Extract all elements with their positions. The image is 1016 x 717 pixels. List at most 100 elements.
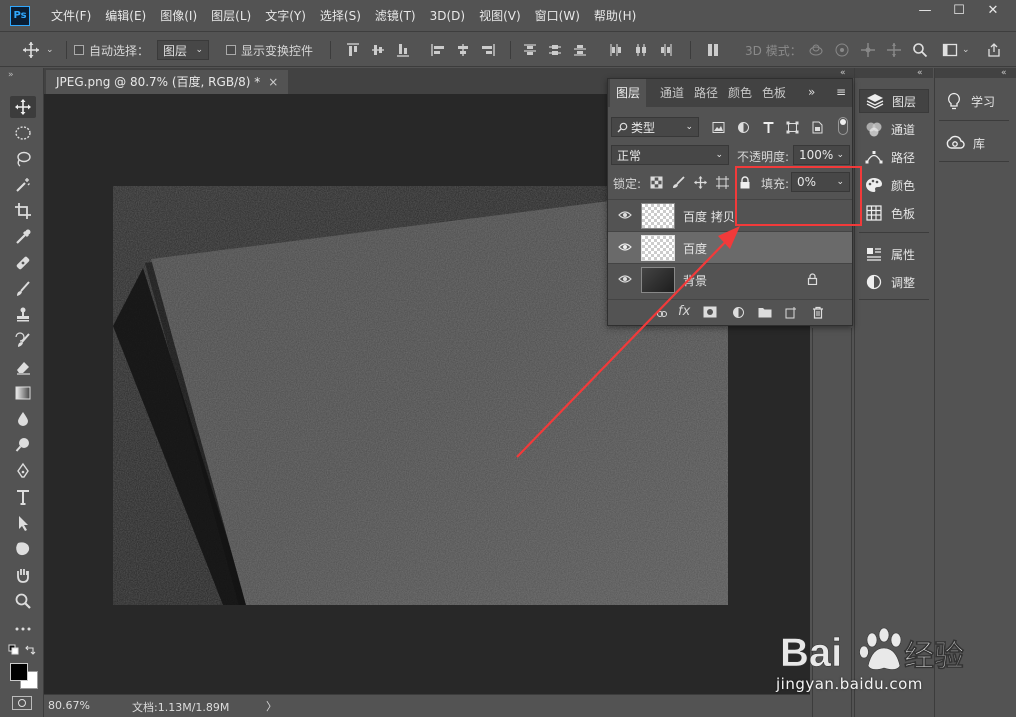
auto-align-icon[interactable] [705, 42, 721, 58]
menu-file[interactable]: 文件(F) [44, 0, 98, 32]
link-layers-icon[interactable] [656, 308, 668, 320]
layer-name[interactable]: 背景 [683, 272, 707, 289]
tab-channels[interactable]: 通道 [654, 79, 690, 107]
strip-item-libraries[interactable]: 库 [939, 131, 1009, 155]
type-tool[interactable] [10, 486, 36, 508]
layer-name[interactable]: 百度 拷贝 [683, 208, 735, 225]
tab-swatches[interactable]: 色板 [756, 79, 792, 107]
filter-adjustment-layers-icon[interactable] [737, 121, 750, 134]
layer-filter-dropdown[interactable]: 类型 ⌄ [611, 117, 699, 137]
strip-item-channels[interactable]: 通道 [859, 117, 929, 141]
menu-window[interactable]: 窗口(W) [528, 0, 587, 32]
align-top-icon[interactable] [345, 42, 361, 58]
edit-toolbar-button[interactable] [10, 618, 36, 640]
menu-image[interactable]: 图像(I) [153, 0, 204, 32]
collapse-icon[interactable]: » [8, 70, 14, 80]
roll-3d-icon[interactable] [834, 42, 850, 58]
blend-mode-dropdown[interactable]: 正常 ⌄ [611, 145, 729, 165]
stamp-tool[interactable] [10, 304, 36, 326]
auto-select-checkbox[interactable]: 自动选择： [74, 33, 149, 67]
align-right-icon[interactable] [480, 42, 496, 58]
distribute-vcenter-icon[interactable] [547, 42, 563, 58]
document-tab[interactable]: JPEG.png @ 80.7% (百度, RGB/8) * × [46, 70, 289, 94]
lock-transparent-pixels-icon[interactable] [650, 176, 663, 189]
layer-effects-button[interactable]: fx [678, 304, 690, 319]
layer-row[interactable]: 背景 [608, 263, 852, 295]
tab-layers[interactable]: 图层 [610, 79, 647, 107]
move-tool-preset-picker[interactable]: ⌄ [22, 33, 54, 67]
move-tool[interactable] [10, 96, 36, 118]
filter-type-layers-icon[interactable] [762, 121, 775, 134]
align-left-icon[interactable] [430, 42, 446, 58]
eye-icon[interactable] [618, 242, 632, 252]
maximize-button[interactable]: ☐ [942, 0, 976, 22]
strip-item-learn[interactable]: 学习 [939, 89, 1009, 113]
healing-brush-tool[interactable] [10, 252, 36, 274]
path-selection-tool[interactable] [10, 512, 36, 534]
marquee-tool[interactable] [10, 122, 36, 144]
gradient-tool[interactable] [10, 382, 36, 404]
align-bottom-icon[interactable] [395, 42, 411, 58]
menu-select[interactable]: 选择(S) [313, 0, 368, 32]
collapse-icon[interactable]: « [917, 68, 923, 78]
zoom-tool[interactable] [10, 590, 36, 612]
close-tab-icon[interactable]: × [268, 70, 278, 94]
trash-icon[interactable] [812, 306, 824, 319]
new-adjustment-layer-icon[interactable] [732, 306, 745, 319]
zoom-level[interactable]: 80.67% [48, 699, 90, 712]
folder-icon[interactable] [758, 307, 772, 318]
color-swap-controls[interactable] [8, 644, 38, 656]
strip-item-adjustments[interactable]: 调整 [859, 270, 929, 294]
distribute-top-icon[interactable] [522, 42, 538, 58]
distribute-bottom-icon[interactable] [572, 42, 588, 58]
crop-tool[interactable] [10, 200, 36, 222]
hand-tool[interactable] [10, 564, 36, 586]
menu-edit[interactable]: 编辑(E) [98, 0, 153, 32]
minimize-button[interactable]: — [908, 0, 942, 22]
distribute-left-icon[interactable] [608, 42, 624, 58]
panel-menu-icon[interactable]: ≡ [836, 85, 846, 99]
lock-image-pixels-icon[interactable] [672, 176, 685, 189]
layer-row[interactable]: 百度 [608, 231, 852, 263]
strip-item-color[interactable]: 颜色 [859, 173, 929, 197]
show-transform-checkbox[interactable]: 显示变换控件 [226, 33, 313, 67]
opacity-input[interactable]: 100% ⌄ [793, 145, 850, 165]
menu-3d[interactable]: 3D(D) [423, 0, 472, 32]
quick-mask-button[interactable] [12, 696, 32, 710]
auto-select-target-dropdown[interactable]: 图层 ⌄ [157, 40, 209, 60]
overflow-icon[interactable]: » [808, 85, 815, 99]
menu-help[interactable]: 帮助(H) [587, 0, 643, 32]
filter-smart-objects-icon[interactable] [811, 121, 824, 134]
status-menu-chevron-icon[interactable]: 〉 [266, 698, 277, 714]
distribute-right-icon[interactable] [658, 42, 674, 58]
dodge-tool[interactable] [10, 434, 36, 456]
drag-3d-icon[interactable] [860, 42, 876, 58]
menu-type[interactable]: 文字(Y) [258, 0, 313, 32]
custom-shape-tool[interactable] [10, 538, 36, 560]
collapse-icon[interactable]: « [840, 68, 846, 78]
strip-item-paths[interactable]: 路径 [859, 145, 929, 169]
filter-pixel-layers-icon[interactable] [712, 121, 725, 134]
distribute-hcenter-icon[interactable] [633, 42, 649, 58]
strip-item-layers[interactable]: 图层 [859, 89, 929, 113]
pen-tool[interactable] [10, 460, 36, 482]
align-hcenter-icon[interactable] [455, 42, 471, 58]
menu-filter[interactable]: 滤镜(T) [368, 0, 423, 32]
blur-tool[interactable] [10, 408, 36, 430]
search-icon[interactable] [912, 42, 928, 58]
magic-wand-tool[interactable] [10, 174, 36, 196]
foreground-color-swatch[interactable] [10, 663, 28, 681]
slide-3d-icon[interactable] [886, 42, 902, 58]
workspace-icon[interactable] [942, 42, 958, 58]
brush-tool[interactable] [10, 278, 36, 300]
layer-name[interactable]: 百度 [683, 240, 707, 257]
add-mask-icon[interactable] [703, 306, 717, 318]
lasso-tool[interactable] [10, 148, 36, 170]
strip-item-properties[interactable]: 属性 [859, 242, 929, 266]
strip-item-swatches[interactable]: 色板 [859, 201, 929, 225]
filter-toggle-switch[interactable] [838, 117, 848, 135]
collapse-icon[interactable]: « [1001, 68, 1007, 78]
eye-icon[interactable] [618, 274, 632, 284]
orbit-3d-icon[interactable] [808, 42, 824, 58]
align-vcenter-icon[interactable] [370, 42, 386, 58]
